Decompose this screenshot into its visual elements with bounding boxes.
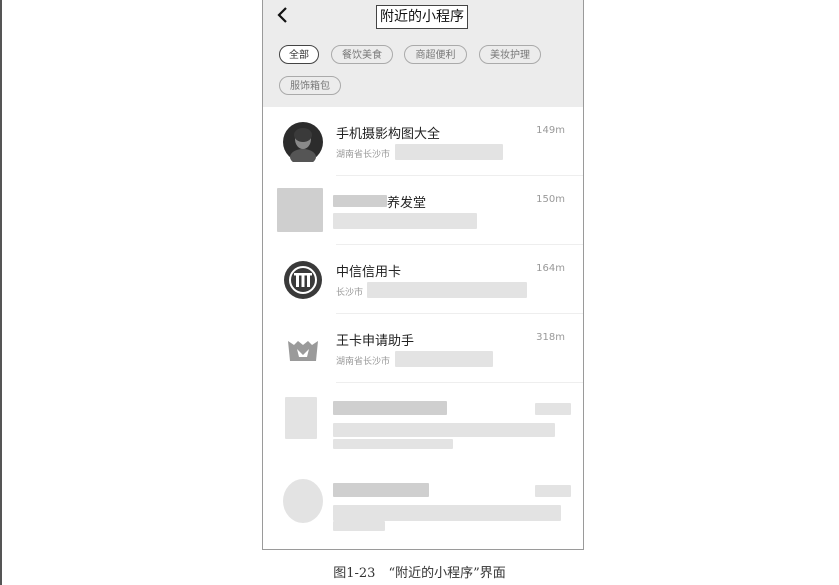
blurred-address bbox=[333, 521, 385, 531]
page-title: 附近的小程序 bbox=[376, 5, 468, 29]
item-distance: 149m bbox=[536, 125, 565, 136]
blurred-name bbox=[333, 483, 429, 497]
list-item[interactable]: 中信信用卡 164m 长沙市 bbox=[263, 245, 583, 314]
item-name: 王卡申请助手 bbox=[336, 334, 415, 349]
blurred-address bbox=[333, 423, 555, 437]
blurred-distance bbox=[535, 485, 571, 497]
list-item[interactable]: 养发堂 150m bbox=[263, 176, 583, 245]
citic-logo-icon bbox=[284, 261, 322, 299]
list-item[interactable]: 王卡申请助手 318m 湖南省长沙市 bbox=[263, 314, 583, 383]
blurred-avatar bbox=[277, 188, 323, 232]
chip-beauty[interactable]: 美妆护理 bbox=[479, 45, 541, 64]
avatar bbox=[283, 122, 323, 162]
crown-logo-icon bbox=[288, 341, 318, 361]
item-name: 中信信用卡 bbox=[336, 265, 402, 280]
chip-all[interactable]: 全部 bbox=[279, 45, 319, 64]
chip-food[interactable]: 餐饮美食 bbox=[331, 45, 393, 64]
chevron-left-icon bbox=[277, 7, 287, 23]
blurred-avatar bbox=[283, 479, 323, 523]
figure-caption: 图1-23 “附近的小程序”界面 bbox=[333, 566, 506, 581]
item-distance: 164m bbox=[536, 263, 565, 274]
item-address: 湖南省长沙市 bbox=[336, 357, 391, 367]
item-name: 手机摄影构图大全 bbox=[336, 127, 441, 142]
blurred-address bbox=[395, 351, 493, 367]
header: 附近的小程序 全部 餐饮美食 商超便利 美妆护理 服饰箱包 bbox=[263, 0, 583, 107]
blurred-address bbox=[333, 213, 477, 229]
phone-screen: 附近的小程序 全部 餐饮美食 商超便利 美妆护理 服饰箱包 手机摄影构图大全 1… bbox=[262, 0, 584, 550]
item-distance: 150m bbox=[536, 194, 565, 205]
chip-clothing[interactable]: 服饰箱包 bbox=[279, 76, 341, 95]
item-address: 长沙市 bbox=[336, 288, 364, 298]
blurred-address bbox=[395, 144, 503, 160]
blurred-address bbox=[333, 439, 453, 449]
blurred-name bbox=[333, 401, 447, 415]
list-item[interactable] bbox=[263, 383, 583, 461]
blurred-address bbox=[333, 505, 561, 521]
frame-border bbox=[0, 0, 2, 585]
item-distance: 318m bbox=[536, 332, 565, 343]
chip-convenience[interactable]: 商超便利 bbox=[404, 45, 467, 64]
list-item[interactable]: 手机摄影构图大全 149m 湖南省长沙市 bbox=[263, 107, 583, 176]
blurred-avatar bbox=[285, 397, 317, 439]
back-button[interactable] bbox=[275, 4, 289, 32]
blurred-name bbox=[333, 195, 387, 207]
blurred-distance bbox=[535, 403, 571, 415]
list-item[interactable] bbox=[263, 465, 583, 543]
blurred-address bbox=[367, 282, 527, 298]
item-address: 湖南省长沙市 bbox=[336, 150, 391, 160]
item-name: 养发堂 bbox=[387, 196, 427, 211]
